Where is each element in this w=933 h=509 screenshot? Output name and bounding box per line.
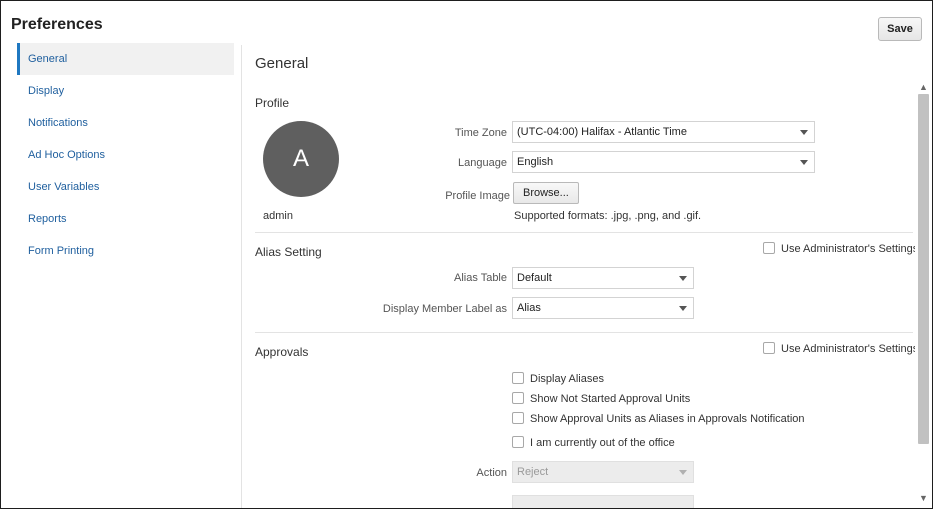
display-aliases-label: Display Aliases: [530, 373, 604, 385]
username: admin: [263, 210, 293, 222]
action-label: Action: [476, 467, 507, 479]
chevron-down-icon: [679, 306, 687, 311]
sidebar: General Display Notifications Ad Hoc Opt…: [17, 43, 234, 267]
language-label: Language: [458, 157, 507, 169]
content-title: General: [255, 55, 309, 72]
sidebar-item-user-variables[interactable]: User Variables: [17, 171, 234, 203]
time-zone-value: (UTC-04:00) Halifax - Atlantic Time: [517, 126, 687, 138]
content-scrollbar[interactable]: ▲ ▼: [915, 81, 932, 508]
out-of-office-label: I am currently out of the office: [530, 437, 675, 449]
display-member-value: Alias: [517, 302, 541, 314]
chevron-down-icon: [800, 130, 808, 135]
out-of-office-checkbox[interactable]: [512, 436, 524, 448]
profile-image-label: Profile Image: [445, 190, 510, 202]
sidebar-item-reports[interactable]: Reports: [17, 203, 234, 235]
language-value: English: [517, 156, 554, 168]
action-value: Reject: [517, 466, 549, 478]
content-panel: General Profile A admin Time Zone (UTC-0…: [242, 45, 932, 508]
alias-table-value: Default: [517, 272, 552, 284]
sidebar-item-general[interactable]: General: [17, 43, 234, 75]
sidebar-item-notifications[interactable]: Notifications: [17, 107, 234, 139]
chevron-down-icon: [679, 470, 687, 475]
time-zone-label: Time Zone: [454, 127, 507, 139]
section-divider: [255, 232, 913, 233]
page-title: Preferences: [11, 16, 103, 33]
sidebar-item-form-printing[interactable]: Form Printing: [17, 235, 234, 267]
scroll-up-arrow-icon[interactable]: ▲: [915, 81, 932, 93]
action-select: Reject: [512, 461, 694, 483]
display-member-label: Display Member Label as: [382, 303, 507, 315]
display-member-select[interactable]: Alias: [512, 297, 694, 319]
approvals-use-admin-settings-label: Use Administrator's Settings: [781, 343, 919, 355]
alias-use-admin-settings-checkbox[interactable]: [763, 242, 775, 254]
sidebar-item-ad-hoc-options[interactable]: Ad Hoc Options: [17, 139, 234, 171]
show-not-started-label: Show Not Started Approval Units: [530, 393, 691, 405]
browse-button[interactable]: Browse...: [513, 182, 579, 204]
approvals-use-admin-settings-checkbox[interactable]: [763, 342, 775, 354]
language-select[interactable]: English: [512, 151, 815, 173]
alias-table-label: Alias Table: [454, 272, 507, 284]
avatar: A: [263, 121, 339, 197]
show-not-started-checkbox[interactable]: [512, 392, 524, 404]
time-zone-select[interactable]: (UTC-04:00) Halifax - Atlantic Time: [512, 121, 815, 143]
display-aliases-checkbox[interactable]: [512, 372, 524, 384]
profile-section-title: Profile: [255, 96, 290, 110]
scroll-down-arrow-icon[interactable]: ▼: [915, 492, 932, 504]
chevron-down-icon: [800, 160, 808, 165]
disabled-field: [512, 495, 694, 508]
alias-section-title: Alias Setting: [255, 245, 322, 259]
alias-table-select[interactable]: Default: [512, 267, 694, 289]
alias-use-admin-settings-label: Use Administrator's Settings: [781, 243, 919, 255]
supported-formats-hint: Supported formats: .jpg, .png, and .gif.: [514, 210, 702, 222]
chevron-down-icon: [679, 276, 687, 281]
preferences-window: Preferences Save General Display Notific…: [0, 0, 933, 509]
section-divider: [255, 332, 913, 333]
scrollbar-thumb[interactable]: [918, 94, 929, 444]
show-units-aliases-checkbox[interactable]: [512, 412, 524, 424]
sidebar-item-display[interactable]: Display: [17, 75, 234, 107]
approvals-section-title: Approvals: [255, 345, 309, 359]
save-button[interactable]: Save: [878, 17, 922, 41]
show-units-aliases-label: Show Approval Units as Aliases in Approv…: [530, 413, 805, 425]
